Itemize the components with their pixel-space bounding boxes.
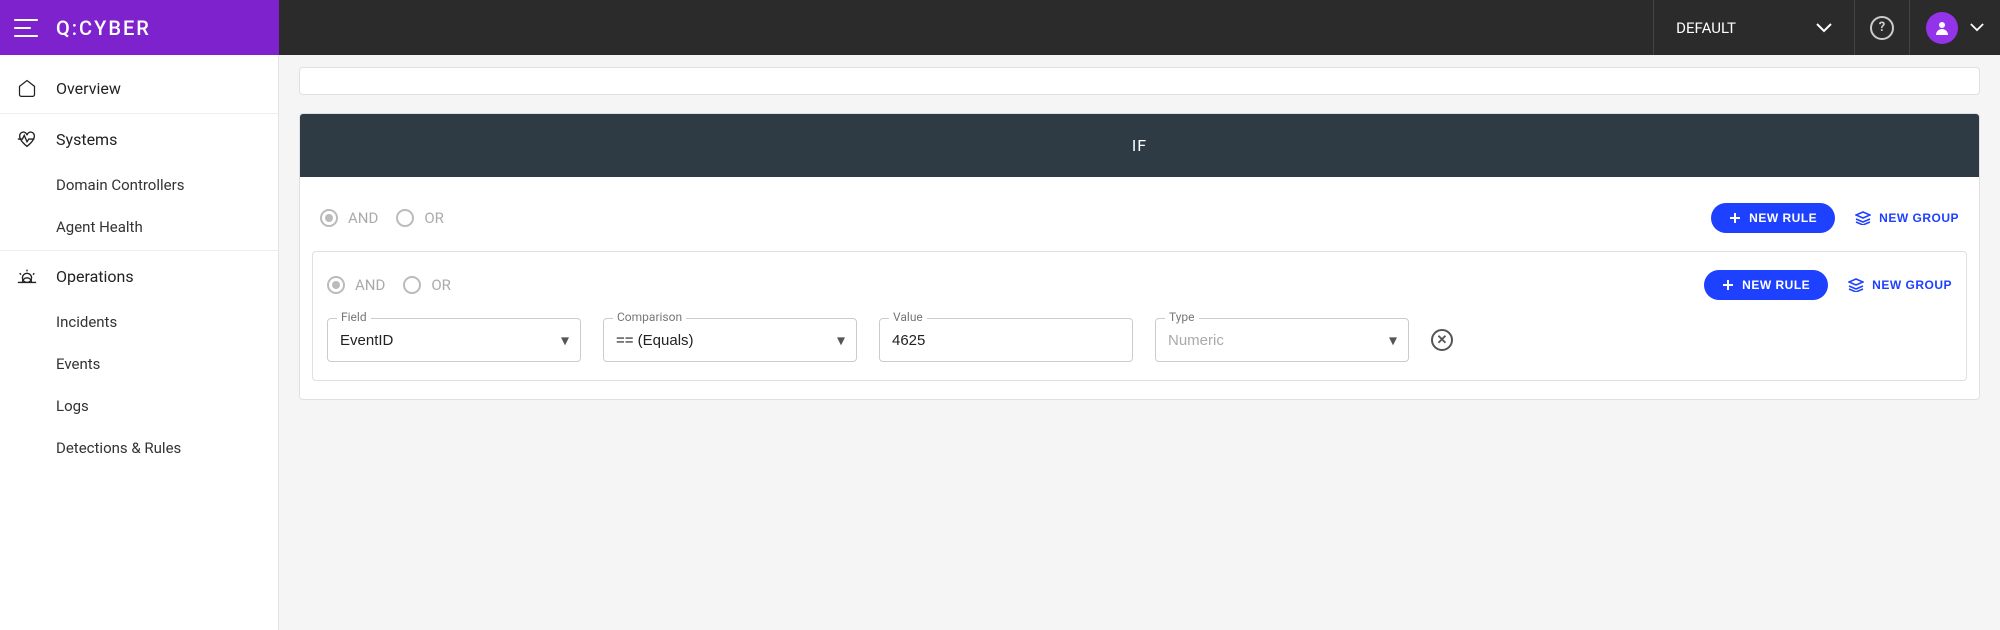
previous-card-bottom (299, 67, 1980, 95)
comparison-label: Comparison (613, 310, 686, 324)
chevron-down-icon (1816, 23, 1832, 33)
sidebar: Overview Systems Domain Controllers Agen… (0, 55, 279, 630)
inner-and-radio[interactable]: AND (327, 276, 385, 294)
sidebar-label-operations: Operations (56, 267, 134, 286)
field-label: Field (337, 310, 371, 324)
or-label: OR (424, 209, 444, 227)
sidebar-label-overview: Overview (56, 79, 121, 98)
condition-card: IF AND OR (299, 113, 1980, 400)
new-rule-label: NEW RULE (1749, 211, 1817, 225)
sidebar-item-operations[interactable]: Operations (0, 251, 278, 301)
type-select[interactable]: Type ▾ (1155, 318, 1409, 362)
rule-group: AND OR NEW RULE (312, 251, 1967, 381)
new-rule-label: NEW RULE (1742, 278, 1810, 292)
app-logo: Q:CYBER (56, 16, 151, 40)
value-label: Value (889, 310, 927, 324)
inner-new-rule-button[interactable]: NEW RULE (1704, 270, 1828, 300)
heartbeat-icon (16, 128, 38, 150)
inner-or-radio[interactable]: OR (403, 276, 451, 294)
sidebar-item-incidents[interactable]: Incidents (0, 301, 278, 343)
new-group-label: NEW GROUP (1872, 278, 1952, 292)
sidebar-label-systems: Systems (56, 130, 117, 149)
field-input[interactable] (327, 318, 581, 362)
and-label: AND (355, 276, 385, 294)
alert-icon (16, 265, 38, 287)
close-icon: ✕ (1437, 334, 1448, 347)
home-icon (16, 77, 38, 99)
tenant-selector[interactable]: DEFAULT (1653, 0, 1854, 55)
outer-and-radio[interactable]: AND (320, 209, 378, 227)
type-label: Type (1165, 310, 1199, 324)
outer-new-group-button[interactable]: NEW GROUP (1855, 211, 1959, 225)
chevron-down-icon (1970, 23, 1984, 32)
value-field[interactable]: Value (879, 318, 1133, 362)
sidebar-item-detections-rules[interactable]: Detections & Rules (0, 427, 278, 469)
remove-rule-button[interactable]: ✕ (1431, 329, 1453, 351)
plus-icon (1722, 279, 1734, 291)
outer-or-radio[interactable]: OR (396, 209, 444, 227)
help-button[interactable]: ? (1854, 0, 1909, 55)
and-label: AND (348, 209, 378, 227)
condition-header: IF (300, 114, 1979, 177)
user-icon (1934, 20, 1950, 36)
outer-new-rule-button[interactable]: NEW RULE (1711, 203, 1835, 233)
user-menu[interactable] (1909, 0, 2000, 55)
sidebar-item-overview[interactable]: Overview (0, 63, 278, 114)
layers-icon (1848, 278, 1864, 292)
sidebar-item-agent-health[interactable]: Agent Health (0, 206, 278, 251)
avatar (1926, 12, 1958, 44)
type-input[interactable] (1155, 318, 1409, 362)
new-group-label: NEW GROUP (1879, 211, 1959, 225)
or-label: OR (431, 276, 451, 294)
sidebar-item-systems[interactable]: Systems (0, 114, 278, 164)
hamburger-menu-icon[interactable] (14, 19, 38, 37)
help-icon: ? (1870, 16, 1894, 40)
tenant-label: DEFAULT (1676, 19, 1736, 37)
comparison-select[interactable]: Comparison ▾ (603, 318, 857, 362)
inner-new-group-button[interactable]: NEW GROUP (1848, 278, 1952, 292)
layers-icon (1855, 211, 1871, 225)
value-input[interactable] (879, 318, 1133, 362)
plus-icon (1729, 212, 1741, 224)
sidebar-item-logs[interactable]: Logs (0, 385, 278, 427)
sidebar-item-events[interactable]: Events (0, 343, 278, 385)
comparison-input[interactable] (603, 318, 857, 362)
sidebar-item-domain-controllers[interactable]: Domain Controllers (0, 164, 278, 206)
field-select[interactable]: Field ▾ (327, 318, 581, 362)
